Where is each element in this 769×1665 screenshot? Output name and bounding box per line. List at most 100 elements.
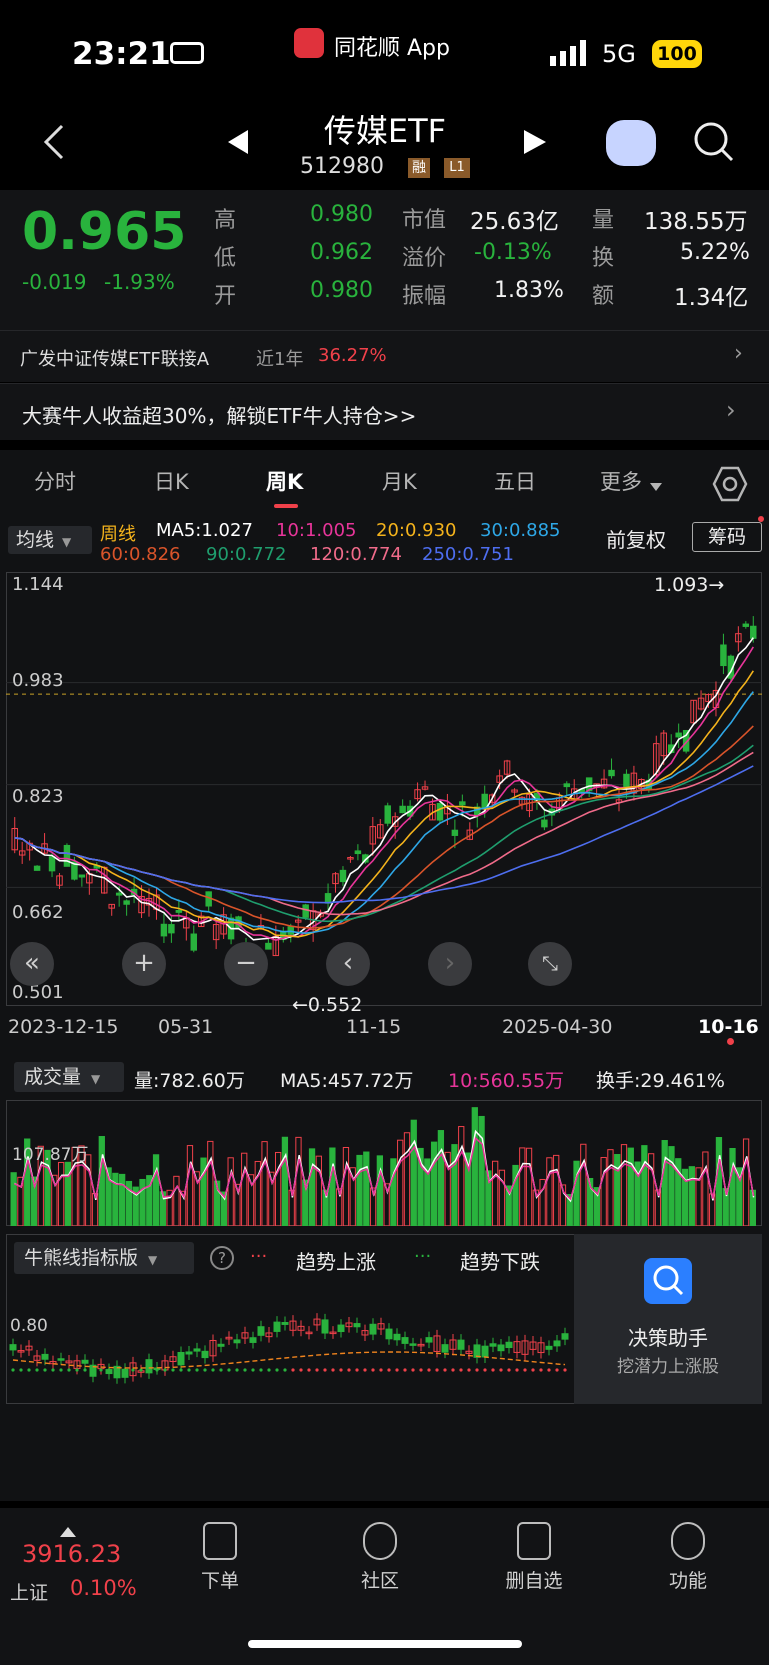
volume-bar	[546, 1157, 553, 1226]
volume-indicator-selector[interactable]: 成交量 ▼	[14, 1062, 124, 1092]
indicator-candle	[401, 1337, 409, 1344]
back-icon[interactable]	[36, 122, 76, 162]
indicator-candle	[473, 1344, 481, 1358]
tab-intraday[interactable]: 分时	[34, 466, 76, 496]
volume-chart[interactable]	[6, 1100, 762, 1226]
current-date-dot	[727, 1038, 734, 1045]
open-label: 开	[214, 284, 237, 309]
promo-banner[interactable]: 大赛牛人收益超30%，解锁ETF牛人持仓>> ›	[0, 383, 769, 440]
trend-dot	[507, 1368, 511, 1372]
indicator-candle	[177, 1351, 185, 1366]
tab-daily-k[interactable]: 日K	[154, 466, 189, 496]
trend-dot	[243, 1368, 247, 1372]
volume-bar	[295, 1136, 302, 1226]
candle-body	[459, 801, 466, 806]
search-icon[interactable]	[692, 120, 736, 168]
robot-assistant-icon[interactable]	[606, 120, 656, 166]
volume-current: 量:782.60万	[134, 1070, 245, 1092]
indicator-candle	[553, 1340, 561, 1347]
low-label: 低	[214, 246, 237, 271]
decision-assistant-card[interactable]: 决策助手 挖潜力上涨股	[574, 1234, 762, 1404]
zoom-in-button[interactable]: +	[122, 942, 166, 986]
candle-body	[563, 783, 570, 788]
index-value[interactable]: 3916.23	[22, 1540, 121, 1568]
trend-dot	[427, 1368, 431, 1372]
rise-marker-icon: ···	[250, 1246, 268, 1267]
volume-bar	[119, 1173, 126, 1226]
network-type: 5G	[602, 40, 636, 68]
ma60-line	[14, 725, 754, 929]
tab-more[interactable]: 更多	[600, 466, 642, 496]
settings-icon[interactable]	[710, 464, 750, 508]
indicator-candle	[441, 1344, 449, 1353]
volume-bar	[356, 1154, 363, 1226]
scroll-left-fast-button[interactable]: «	[10, 942, 54, 986]
premium-value: -0.13%	[474, 240, 552, 265]
nav-community-label: 社区	[360, 1570, 399, 1592]
high-value: 0.980	[310, 202, 373, 227]
prev-stock-icon[interactable]	[228, 130, 250, 158]
kline-chart[interactable]	[6, 572, 762, 1006]
level-badge: L1	[444, 158, 470, 178]
indicator-chart[interactable]	[6, 1278, 572, 1404]
nav-community[interactable]: 社区	[340, 1522, 420, 1593]
trend-dot	[83, 1368, 87, 1372]
volume-bar	[308, 1148, 316, 1226]
nav-remove-watchlist[interactable]: 删自选	[494, 1522, 574, 1593]
candle-body	[720, 644, 727, 667]
low-price-marker: ←0.552	[292, 994, 363, 1016]
ma-title: 周线	[100, 524, 136, 545]
trend-dot	[187, 1368, 191, 1372]
fall-marker-icon: ···	[414, 1246, 432, 1267]
tab-five-day[interactable]: 五日	[494, 466, 536, 496]
trend-dot	[107, 1368, 111, 1372]
date-axis-label: 2025-04-30	[502, 1016, 613, 1038]
prev-candle-button[interactable]: ‹	[326, 942, 370, 986]
fullscreen-button[interactable]: ⤡	[528, 942, 572, 986]
help-icon[interactable]: ?	[210, 1246, 234, 1270]
assistant-search-icon	[644, 1258, 692, 1304]
zoom-out-button[interactable]: −	[224, 942, 268, 986]
nav-functions[interactable]: 功能	[648, 1522, 728, 1593]
price-adjust-toggle[interactable]: 前复权	[606, 524, 666, 553]
volume-bar	[647, 1153, 655, 1226]
volume-bar	[403, 1132, 411, 1226]
trend-dot	[395, 1368, 399, 1372]
ma-selector[interactable]: 均线 ▼	[8, 526, 92, 554]
trend-dot	[379, 1368, 383, 1372]
nav-order[interactable]: 下单	[180, 1522, 260, 1593]
trend-dot	[147, 1368, 151, 1372]
indicator-selector[interactable]: 牛熊线指标版 ▼	[14, 1242, 194, 1274]
tab-monthly-k[interactable]: 月K	[382, 466, 417, 496]
indicator-selector-label: 牛熊线指标版	[24, 1247, 139, 1269]
turnover-rate: 换手:29.461%	[596, 1070, 725, 1092]
candle-body	[541, 819, 548, 828]
trend-dot	[323, 1368, 327, 1372]
linked-fund-row[interactable]: 广发中证传媒ETF联接A 近1年 36.27% ›	[0, 330, 769, 382]
volume-bar	[627, 1147, 634, 1226]
candle-body	[436, 802, 444, 821]
trend-dot	[131, 1368, 135, 1372]
volume-bar	[207, 1140, 214, 1226]
volume-bar	[437, 1130, 445, 1226]
trend-dot	[523, 1368, 527, 1372]
chips-button[interactable]: 筹码	[692, 522, 762, 552]
volume-bar	[57, 1161, 65, 1226]
amount-value: 1.34亿	[674, 285, 749, 311]
indicator-candle	[561, 1333, 569, 1340]
tab-weekly-k[interactable]: 周K	[266, 466, 303, 496]
quote-panel: 0.965 -0.019 -1.93% 高 0.980 低 0.962 开 0.…	[0, 190, 769, 330]
up-arrow-icon	[60, 1522, 76, 1541]
trend-dot	[475, 1368, 479, 1372]
indicator-candle	[81, 1359, 89, 1364]
indicator-candle	[481, 1345, 489, 1358]
next-stock-icon[interactable]	[524, 130, 546, 158]
volume-bar	[139, 1178, 146, 1226]
caret-down-icon: ▼	[91, 1072, 101, 1086]
next-candle-button[interactable]: ›	[428, 942, 472, 986]
index-name: 上证	[10, 1582, 49, 1604]
trend-dot	[443, 1368, 447, 1372]
volume-bar	[668, 1146, 675, 1226]
trend-dot	[299, 1368, 303, 1372]
volume-bar	[553, 1154, 560, 1226]
